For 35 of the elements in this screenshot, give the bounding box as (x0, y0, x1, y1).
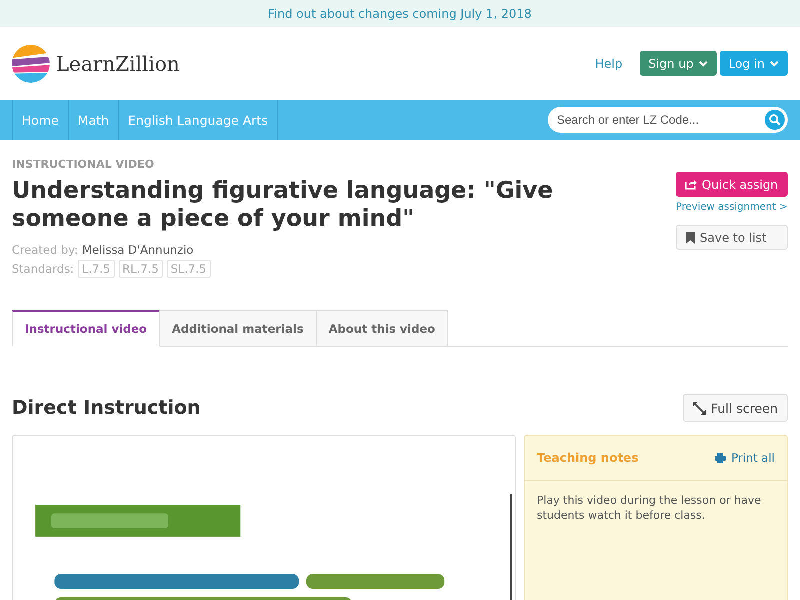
preview-assignment-link[interactable]: Preview assignment > (676, 202, 788, 213)
created-by-label: Created by: (12, 243, 78, 257)
logo-text[interactable]: LearnZillion (56, 52, 180, 76)
bookmark-icon (686, 232, 695, 244)
tab[interactable]: About this video (316, 310, 448, 347)
announcement-link[interactable]: Find out about changes coming July 1, 2018 (268, 6, 532, 20)
share-icon (685, 179, 697, 190)
nav-link[interactable]: Math (68, 100, 120, 140)
print-all-link[interactable]: Print all (715, 451, 775, 465)
logo-icon (12, 44, 50, 82)
search-field[interactable]: Search or enter LZ Code... (548, 107, 788, 133)
standard-tag[interactable]: RL.7.5 (118, 260, 163, 278)
lesson-title: Understanding figurative language: "Give someone a piece of your mind" (12, 177, 554, 233)
save-to-list-button[interactable]: Save to list (676, 225, 788, 250)
expand-icon (693, 402, 706, 414)
help-link[interactable]: Help (595, 56, 623, 70)
nav-link[interactable]: English Language Arts (119, 100, 278, 140)
chevron-down-icon (698, 60, 708, 66)
nav-link[interactable]: Home (13, 100, 69, 140)
content-type-label: INSTRUCTIONAL VIDEO (12, 158, 156, 171)
standards-label: Standards: (12, 262, 74, 276)
teaching-notes-title: Teaching notes (537, 451, 639, 465)
full-screen-button[interactable]: Full screen (683, 394, 788, 422)
tab[interactable]: Additional materials (160, 310, 317, 347)
tab[interactable]: Instructional video (12, 310, 160, 347)
quick-assign-button[interactable]: Quick assign (676, 172, 788, 197)
log-in-button[interactable]: Log in (720, 51, 788, 76)
teaching-notes-text: Play this video during the lesson or have students watch it before class. (537, 493, 762, 523)
chevron-down-icon (770, 60, 779, 66)
sign-up-button[interactable]: Sign up (640, 51, 717, 76)
standard-tag[interactable]: SL.7.5 (166, 260, 211, 278)
section-title: Direct Instruction (12, 397, 201, 419)
search-icon (769, 114, 781, 126)
standard-tag[interactable]: L.7.5 (78, 260, 115, 278)
author-link[interactable]: Melissa D'Annunzio (82, 243, 194, 257)
